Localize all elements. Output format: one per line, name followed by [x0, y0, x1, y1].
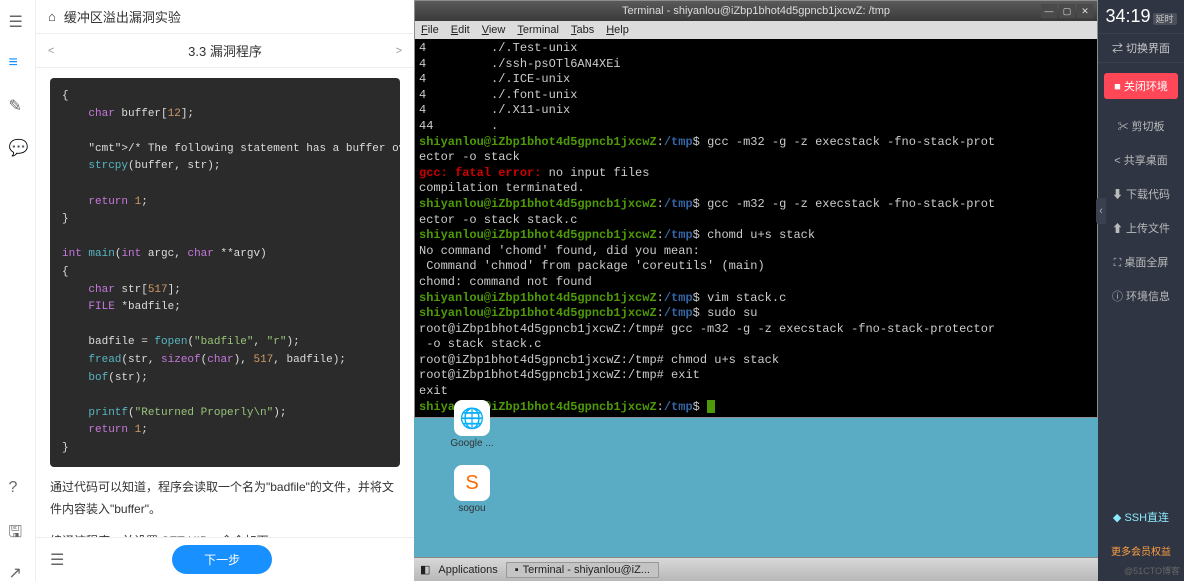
rpanel-item-5[interactable]: ⓘ 环境信息 [1098, 279, 1184, 313]
next-section-button[interactable]: > [396, 45, 402, 57]
credit-text: @51CTO博客 [1098, 562, 1184, 581]
left-nav: ☰ ≡ ✎ 💬 ? 🖫 ↗ [0, 0, 36, 581]
switch-ui-button[interactable]: ⇄ 切换界面 [1098, 33, 1184, 63]
rpanel-item-4[interactable]: ⛶ 桌面全屏 [1098, 245, 1184, 279]
menu-edit[interactable]: Edit [451, 24, 470, 36]
desktop-icon-sogou[interactable]: Ssogou [444, 465, 500, 514]
rpanel-item-2[interactable]: ⬇ 下载代码 [1098, 177, 1184, 211]
lesson-body[interactable]: { char buffer[12]; "cmt">/* The followin… [36, 68, 414, 537]
save-icon[interactable]: 🖫 [9, 521, 27, 539]
doc-icon[interactable]: ☰ [9, 12, 27, 30]
home-icon[interactable]: ⌂ [48, 9, 56, 24]
lesson-footer: ☰ 下一步 [36, 537, 414, 581]
more-privileges-link[interactable]: 更多会员权益 [1098, 535, 1184, 562]
help-icon[interactable]: ? [9, 479, 27, 497]
desktop-icon-google[interactable]: 🌐Google ... [444, 400, 500, 449]
timer: 34:19延时 [1098, 0, 1184, 33]
terminal-titlebar[interactable]: Terminal - shiyanlou@iZbp1bhot4d5gpncb1j… [415, 1, 1097, 21]
terminal-title-text: Terminal - shiyanlou@iZbp1bhot4d5gpncb1j… [622, 5, 890, 17]
rpanel-item-1[interactable]: < 共享桌面 [1098, 143, 1184, 177]
menu-tabs[interactable]: Tabs [571, 24, 594, 36]
minimize-button[interactable]: — [1041, 4, 1057, 18]
menu-help[interactable]: Help [606, 24, 629, 36]
list-icon[interactable]: ≡ [9, 54, 27, 72]
maximize-button[interactable]: ▢ [1059, 4, 1075, 18]
close-button[interactable]: ✕ [1077, 4, 1093, 18]
menu-file[interactable]: File [421, 24, 439, 36]
terminal-menubar: File Edit View Terminal Tabs Help [415, 21, 1097, 39]
lesson-header: ⌂ 缓冲区溢出漏洞实验 [36, 0, 414, 34]
taskbar-window-button[interactable]: ▪ Terminal - shiyanlou@iZ... [506, 562, 659, 578]
section-title: 3.3 漏洞程序 [188, 41, 262, 60]
terminal-icon: ▪ [515, 564, 519, 576]
right-panel: 34:19延时 ⇄ 切换界面 ■ 关闭环境 ✂ 剪切板< 共享桌面⬇ 下载代码⬆… [1098, 0, 1184, 581]
timer-badge[interactable]: 延时 [1153, 13, 1177, 25]
section-title-bar: < 3.3 漏洞程序 > [36, 34, 414, 68]
next-button[interactable]: 下一步 [172, 545, 272, 574]
menu-terminal[interactable]: Terminal [517, 24, 559, 36]
virtual-desktop[interactable]: Terminal - shiyanlou@iZbp1bhot4d5gpncb1j… [414, 0, 1098, 581]
chat-icon[interactable]: 💬 [9, 138, 27, 156]
edit-icon[interactable]: ✎ [9, 96, 27, 114]
prev-section-button[interactable]: < [48, 45, 54, 57]
paragraph-1: 通过代码可以知道，程序会读取一个名为"badfile"的文件，并将文件内容装入"… [50, 477, 400, 520]
rpanel-item-3[interactable]: ⬆ 上传文件 [1098, 211, 1184, 245]
terminal-window[interactable]: Terminal - shiyanlou@iZbp1bhot4d5gpncb1j… [414, 0, 1098, 418]
desktop-icons: 🌐Google ... Ssogou [444, 400, 500, 514]
rpanel-item-0[interactable]: ✂ 剪切板 [1098, 109, 1184, 143]
timer-value: 34:19 [1105, 6, 1150, 26]
terminal-output[interactable]: 4 ./.Test-unix 4 ./ssh-psOTl6AN4XEi 4 ./… [415, 39, 1097, 417]
ssh-button[interactable]: ◆ SSH直连 [1098, 499, 1184, 535]
toc-icon[interactable]: ☰ [50, 550, 64, 570]
code-block-1: { char buffer[12]; "cmt">/* The followin… [50, 78, 400, 467]
lesson-title-text: 缓冲区溢出漏洞实验 [64, 7, 181, 26]
start-icon[interactable]: ◧ [420, 563, 430, 576]
menu-view[interactable]: View [482, 24, 506, 36]
taskbar[interactable]: ◧ Applications ▪ Terminal - shiyanlou@iZ… [414, 557, 1098, 581]
lesson-panel: ⌂ 缓冲区溢出漏洞实验 < 3.3 漏洞程序 > { char buffer[1… [36, 0, 414, 581]
close-environment-button[interactable]: ■ 关闭环境 [1104, 73, 1178, 99]
share-icon[interactable]: ↗ [9, 563, 27, 581]
applications-menu[interactable]: Applications [438, 564, 497, 576]
